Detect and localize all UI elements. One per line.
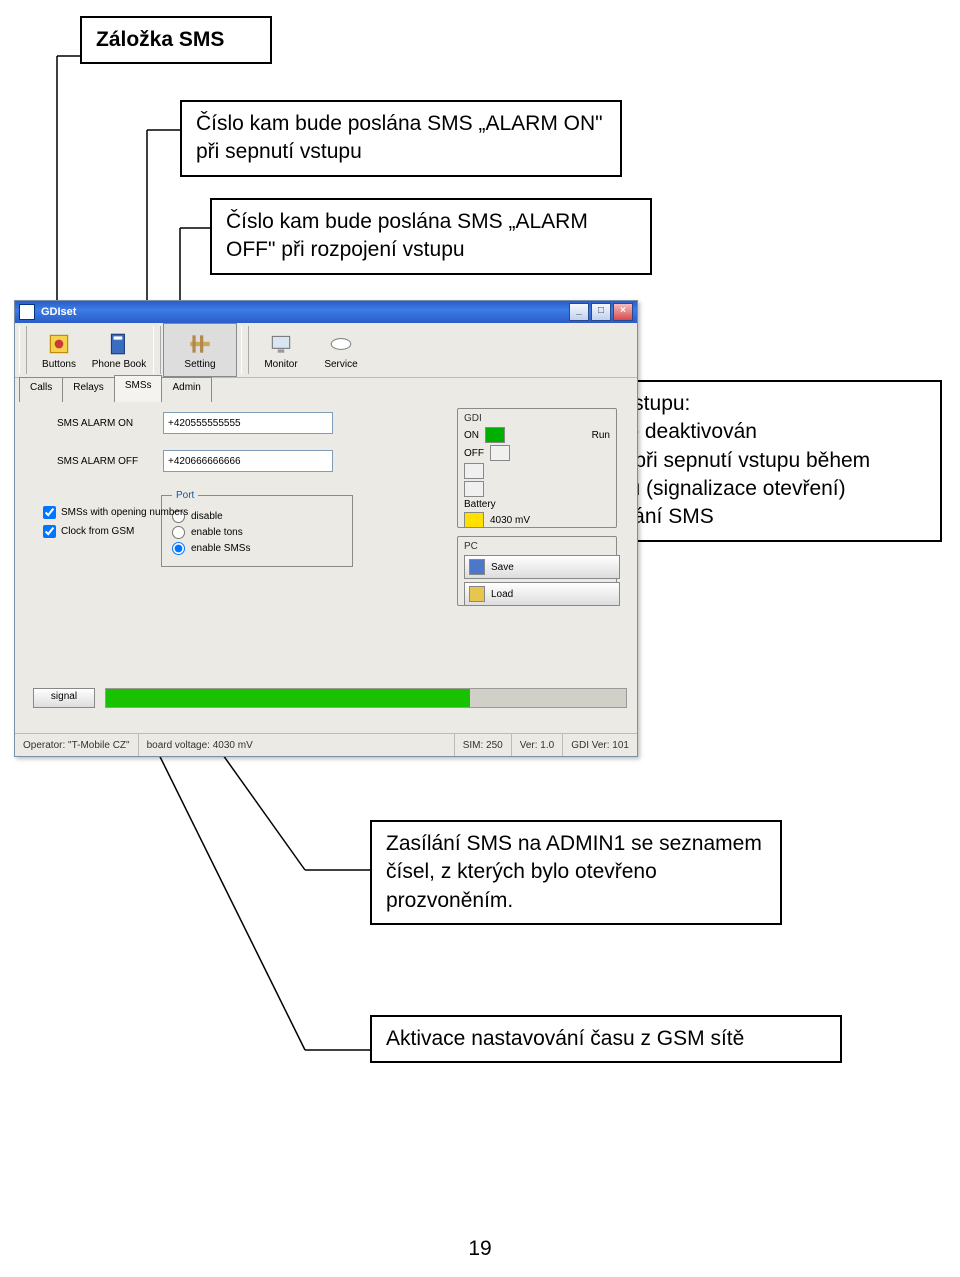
check-clock-gsm-row: Clock from GSM — [43, 525, 188, 538]
status-gdi-ver: GDI Ver: 101 — [563, 734, 637, 756]
window-titlebar: GDIset _ □ × — [15, 301, 637, 323]
toolbar-separator — [153, 326, 161, 374]
check-clock-gsm[interactable] — [43, 525, 56, 538]
panel-pc: PC Save Load — [457, 536, 617, 606]
row-sms-alarm-off: SMS ALARM OFF — [57, 450, 451, 472]
radio-disable-label: disable — [191, 511, 223, 522]
toolbar-monitor[interactable]: Monitor — [251, 324, 311, 376]
tab-relays[interactable]: Relays — [62, 377, 115, 402]
toolbar-setting[interactable]: Setting — [163, 323, 237, 377]
radio-enable-smss-label: enable SMSs — [191, 543, 250, 554]
callout-tab-sms: Záložka SMS — [80, 16, 272, 64]
app-icon — [19, 304, 35, 320]
toolbar-setting-label: Setting — [184, 359, 215, 370]
radio-enable-tons-label: enable tons — [191, 527, 243, 538]
buttons-icon — [46, 331, 72, 357]
input-sms-alarm-on[interactable] — [163, 412, 333, 434]
check-clock-gsm-label: Clock from GSM — [61, 526, 134, 537]
signal-bar — [105, 688, 627, 708]
gdi-io-row1 — [464, 463, 610, 479]
toolbar-separator — [241, 326, 249, 374]
check-sms-open-numbers-row: SMSs with opening numbers — [43, 506, 188, 519]
checkbox-block: SMSs with opening numbers Clock from GSM — [43, 506, 188, 538]
toolbar-buttons-label: Buttons — [42, 359, 76, 370]
status-ver: Ver: 1.0 — [512, 734, 563, 756]
load-button[interactable]: Load — [464, 582, 620, 606]
sub-tabs: Calls Relays SMSs Admin — [15, 378, 637, 402]
monitor-icon — [268, 331, 294, 357]
gdi-battery-row: Battery — [464, 499, 610, 510]
label-on: ON — [464, 430, 479, 441]
toolbar-buttons[interactable]: Buttons — [29, 324, 89, 376]
close-button[interactable]: × — [613, 303, 633, 321]
status-bar: Operator: "T-Mobile CZ" board voltage: 4… — [15, 733, 637, 756]
page-number: 19 — [0, 1237, 960, 1261]
io-icon — [464, 463, 484, 479]
label-run: Run — [592, 430, 610, 441]
minimize-button[interactable]: _ — [569, 303, 589, 321]
check-sms-open-numbers-label: SMSs with opening numbers — [61, 507, 188, 518]
save-label: Save — [491, 562, 514, 573]
led-off-icon — [490, 445, 510, 461]
io-icon — [464, 481, 484, 497]
label-sms-alarm-off: SMS ALARM OFF — [57, 456, 157, 467]
toolbar-monitor-label: Monitor — [264, 359, 297, 370]
battery-value: 4030 mV — [490, 515, 530, 526]
callout-admin1: Zasílání SMS na ADMIN1 se seznamem čísel… — [370, 820, 782, 925]
radio-enable-smss[interactable] — [172, 542, 185, 555]
legend-port: Port — [172, 490, 198, 501]
toolbar-service[interactable]: Service — [311, 324, 371, 376]
callout-alarm-on: Číslo kam bude poslána SMS „ALARM ON" př… — [180, 100, 622, 177]
check-sms-open-numbers[interactable] — [43, 506, 56, 519]
panel-gdi: GDI ON Run OFF — [457, 408, 617, 528]
row-sms-alarm-on: SMS ALARM ON — [57, 412, 451, 434]
maximize-button[interactable]: □ — [591, 303, 611, 321]
application-window: GDIset _ □ × Buttons Phone Book Setting — [14, 300, 638, 757]
gdi-off-row: OFF — [464, 445, 610, 461]
toolbar-phonebook[interactable]: Phone Book — [89, 324, 149, 376]
led-on-icon — [485, 427, 505, 443]
phonebook-icon — [106, 331, 132, 357]
toolbar-phonebook-label: Phone Book — [92, 359, 147, 370]
label-off: OFF — [464, 448, 484, 459]
label-sms-alarm-on: SMS ALARM ON — [57, 418, 157, 429]
gdi-io-row2 — [464, 481, 610, 497]
battery-icon — [464, 512, 484, 528]
toolbar-separator — [19, 326, 27, 374]
load-label: Load — [491, 589, 513, 600]
save-button[interactable]: Save — [464, 555, 620, 579]
window-title: GDIset — [41, 306, 567, 318]
callout-alarm-off: Číslo kam bude poslána SMS „ALARM OFF" p… — [210, 198, 652, 275]
status-sim: SIM: 250 — [455, 734, 512, 756]
main-toolbar: Buttons Phone Book Setting Monitor Servi… — [15, 323, 637, 378]
save-icon — [469, 559, 485, 575]
tab-calls[interactable]: Calls — [19, 377, 63, 402]
input-sms-alarm-off[interactable] — [163, 450, 333, 472]
tab-smss[interactable]: SMSs — [114, 375, 163, 402]
label-battery: Battery — [464, 499, 496, 510]
callout-gsm-time: Aktivace nastavování času z GSM sítě — [370, 1015, 842, 1063]
status-board-voltage: board voltage: 4030 mV — [139, 734, 455, 756]
radio-disable-row: disable — [172, 510, 342, 523]
fieldset-port: Port disable enable tons enable SMSs — [161, 490, 353, 567]
radio-enable-smss-row: enable SMSs — [172, 542, 342, 555]
panel-pc-header: PC — [464, 541, 610, 552]
gdi-on-row: ON Run — [464, 427, 610, 443]
signal-button[interactable]: signal — [33, 688, 95, 708]
setting-icon — [187, 331, 213, 357]
tab-admin[interactable]: Admin — [161, 377, 211, 402]
load-icon — [469, 586, 485, 602]
panel-gdi-header: GDI — [464, 413, 610, 424]
toolbar-service-label: Service — [324, 359, 357, 370]
status-operator: Operator: "T-Mobile CZ" — [15, 734, 139, 756]
radio-enable-tons-row: enable tons — [172, 526, 342, 539]
gdi-battery-val-row: 4030 mV — [464, 512, 610, 528]
service-icon — [328, 331, 354, 357]
